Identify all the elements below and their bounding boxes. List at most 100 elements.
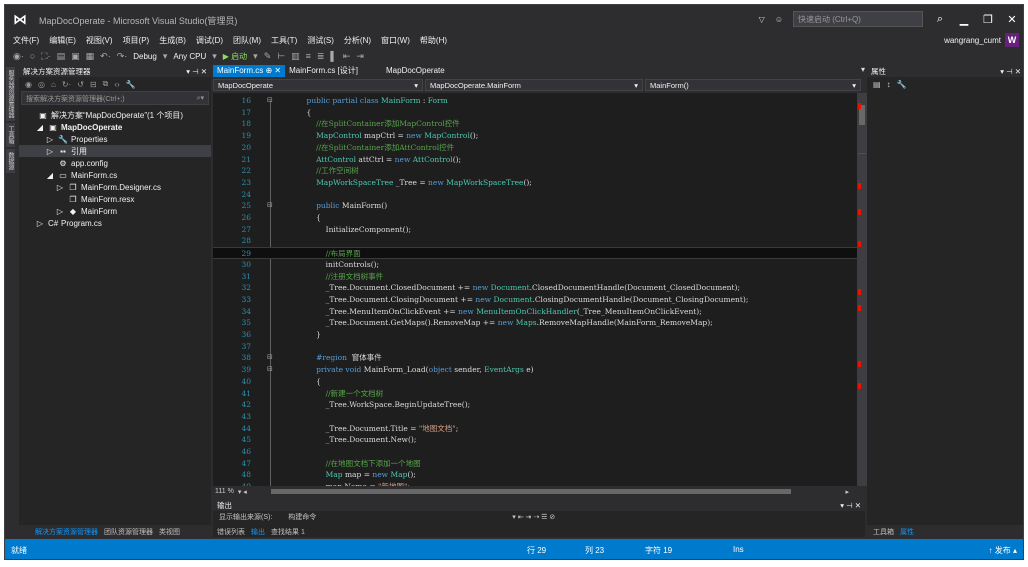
code-line[interactable]: 26 { bbox=[213, 212, 857, 224]
tab-output[interactable]: 输出 bbox=[251, 527, 265, 537]
code-line[interactable]: 34 _Tree.MenuItemOnClickEvent += new Men… bbox=[213, 306, 857, 318]
view-code-icon[interactable]: ‹› bbox=[114, 80, 119, 89]
refresh-icon[interactable]: ↺ bbox=[77, 80, 84, 89]
alphabetical-icon[interactable]: ↕ bbox=[887, 80, 891, 89]
toolbox-tab[interactable]: 工具箱 bbox=[6, 123, 15, 147]
back-icon[interactable]: ◉ bbox=[25, 80, 32, 89]
tab-properties[interactable]: 属性 bbox=[900, 527, 914, 537]
chevron-down-icon[interactable]: ▾ bbox=[163, 51, 168, 62]
code-line[interactable]: 48 Map map = new Map(); bbox=[213, 469, 857, 481]
menu-help[interactable]: 帮助(H) bbox=[420, 35, 447, 46]
collapsed-arrow-icon[interactable]: ▷ bbox=[35, 219, 45, 228]
server-explorer-tab[interactable]: 服务器资源管理器 bbox=[6, 67, 15, 121]
code-line[interactable]: 24 bbox=[213, 189, 857, 201]
code-line[interactable]: 32 _Tree.Document.ClosedDocument += new … bbox=[213, 282, 857, 294]
collapse-icon[interactable]: ⊟ bbox=[90, 80, 97, 89]
collapsed-arrow-icon[interactable]: ▷ bbox=[55, 207, 65, 216]
class-nav-select[interactable]: MapDocOperate.MainForm ▾ bbox=[425, 79, 643, 91]
menu-analyze[interactable]: 分析(N) bbox=[344, 35, 371, 46]
platform-select[interactable]: Any CPU bbox=[173, 52, 206, 61]
menu-edit[interactable]: 编辑(E) bbox=[49, 35, 76, 46]
tab-solution-explorer[interactable]: 解决方案资源管理器 bbox=[35, 527, 98, 537]
fold-toggle-icon[interactable]: ⊟ bbox=[267, 364, 273, 376]
collapsed-arrow-icon[interactable]: ▷ bbox=[55, 183, 65, 192]
undo-icon[interactable]: ↶· bbox=[100, 51, 111, 62]
code-line[interactable]: 21 AttControl attCtrl = new AttControl()… bbox=[213, 154, 857, 166]
start-button[interactable]: ▶ 启动 bbox=[223, 51, 247, 62]
code-line[interactable]: 46 bbox=[213, 446, 857, 458]
code-line[interactable]: 22 //工作空间树 bbox=[213, 165, 857, 177]
panel-controls[interactable]: ▾ ⊣ ✕ bbox=[186, 67, 207, 76]
sync-icon[interactable]: ↻· bbox=[62, 80, 71, 89]
tab-error-list[interactable]: 错误列表 bbox=[217, 527, 245, 537]
code-line[interactable]: 31 //注册文档树事件 bbox=[213, 271, 857, 283]
scroll-right-icon[interactable]: ▸ bbox=[845, 488, 849, 496]
code-line[interactable]: 27 InitializeComponent(); bbox=[213, 224, 857, 236]
tab-dropdown-icon[interactable]: ▾ bbox=[861, 65, 865, 74]
tree-item[interactable]: ◢ ▣ MapDocOperate bbox=[19, 121, 211, 133]
member-nav-select[interactable]: MainForm() ▾ bbox=[645, 79, 861, 91]
code-line[interactable]: 25 ⊟ public MainForm() bbox=[213, 200, 857, 212]
code-line[interactable]: 18 //在SplitContainer添加MapControl控件 bbox=[213, 118, 857, 130]
tree-item[interactable]: ▷ ❐ MainForm.Designer.cs bbox=[19, 181, 211, 193]
tree-item[interactable]: ▷ ▪▪ 引用 bbox=[19, 145, 211, 157]
tab-class-view[interactable]: 类视图 bbox=[159, 527, 180, 537]
user-badge[interactable]: W bbox=[1005, 33, 1019, 47]
chevron-down-icon[interactable]: ▾ ◂ bbox=[238, 488, 247, 496]
tab-mainform-cs[interactable]: MainForm.cs ⊕ ✕ bbox=[213, 65, 286, 77]
code-line[interactable]: 28 bbox=[213, 235, 857, 247]
fold-toggle-icon[interactable]: ⊟ bbox=[267, 95, 273, 107]
code-line[interactable]: 19 MapControl mapCtrl = new MapControl()… bbox=[213, 130, 857, 142]
bookmark-prev-icon[interactable]: ⇤ bbox=[343, 51, 351, 62]
tree-item[interactable]: ⚙ app.config bbox=[19, 157, 211, 169]
step-icon[interactable]: ⊢ bbox=[277, 51, 285, 62]
uncomment-icon[interactable]: ≣ bbox=[317, 51, 325, 62]
code-line[interactable]: 43 bbox=[213, 411, 857, 423]
bookmark-icon[interactable]: ▌ bbox=[330, 51, 336, 61]
tree-item[interactable]: ▷ ◆ MainForm bbox=[19, 205, 211, 217]
configuration-select[interactable]: Debug bbox=[133, 52, 157, 61]
code-line[interactable]: 30 initControls(); bbox=[213, 259, 857, 271]
code-line[interactable]: 41 //新建一个文档树 bbox=[213, 388, 857, 400]
expanded-arrow-icon[interactable]: ◢ bbox=[45, 171, 55, 180]
code-line[interactable]: 35 _Tree.Document.GetMaps().RemoveMap +=… bbox=[213, 317, 857, 329]
menu-team[interactable]: 团队(M) bbox=[233, 35, 261, 46]
code-line[interactable]: 37 bbox=[213, 341, 857, 353]
code-line[interactable]: 40 { bbox=[213, 376, 857, 388]
menu-file[interactable]: 文件(F) bbox=[13, 35, 39, 46]
code-line[interactable]: 33 _Tree.Document.ClosingDocument += new… bbox=[213, 294, 857, 306]
menu-test[interactable]: 测试(S) bbox=[307, 35, 334, 46]
data-sources-tab[interactable]: 数据源 bbox=[6, 149, 15, 173]
panel-controls[interactable]: ▾ ⊣ ✕ bbox=[1000, 67, 1021, 76]
home-icon[interactable]: ⌂ bbox=[51, 80, 56, 89]
tab-team-explorer[interactable]: 团队资源管理器 bbox=[104, 527, 153, 537]
tab-toolbox[interactable]: 工具箱 bbox=[873, 527, 894, 537]
code-line[interactable]: 38 ⊟ #region 窗体事件 bbox=[213, 352, 857, 364]
save-all-icon[interactable]: ▦ bbox=[86, 51, 95, 62]
code-line[interactable]: 39 ⊟ private void MainForm_Load(object se… bbox=[213, 364, 857, 376]
comment-icon[interactable]: ≡ bbox=[306, 51, 311, 61]
collapsed-arrow-icon[interactable]: ▷ bbox=[45, 147, 55, 156]
zoom-level[interactable]: 111 % bbox=[215, 488, 234, 495]
filter-icon[interactable]: ▽ bbox=[759, 15, 765, 24]
editor-vertical-scrollbar[interactable] bbox=[857, 93, 867, 486]
forward-icon[interactable]: ◎ bbox=[38, 80, 45, 89]
tree-item[interactable]: ◢ ▭ MainForm.cs bbox=[19, 169, 211, 181]
menu-tools[interactable]: 工具(T) bbox=[271, 35, 297, 46]
menu-build[interactable]: 生成(B) bbox=[159, 35, 186, 46]
code-line[interactable]: 44 _Tree.Document.Title = "地图文档"; bbox=[213, 423, 857, 435]
code-line[interactable]: 36 } bbox=[213, 329, 857, 341]
publish-button[interactable]: ↑ 发布 ▴ bbox=[989, 545, 1017, 556]
pin-close-icon[interactable]: ⊕ ✕ bbox=[265, 66, 281, 75]
forward-icon[interactable]: ○ bbox=[30, 51, 35, 61]
project-nav-select[interactable]: MapDocOperate ▾ bbox=[213, 79, 423, 91]
chevron-down-icon[interactable]: ▾ bbox=[253, 51, 258, 62]
show-all-files-icon[interactable]: ⧉ bbox=[103, 79, 109, 89]
bookmark-next-icon[interactable]: ⇥ bbox=[356, 51, 364, 62]
code-line[interactable]: 17 { bbox=[213, 107, 857, 119]
expanded-arrow-icon[interactable]: ◢ bbox=[35, 123, 45, 132]
categorized-icon[interactable]: ▤ bbox=[873, 80, 881, 89]
chevron-down-icon[interactable]: ▾ bbox=[212, 51, 217, 62]
user-name[interactable]: wangrang_cumt bbox=[944, 36, 1001, 45]
tab-find-results[interactable]: 查找结果 1 bbox=[271, 527, 305, 537]
